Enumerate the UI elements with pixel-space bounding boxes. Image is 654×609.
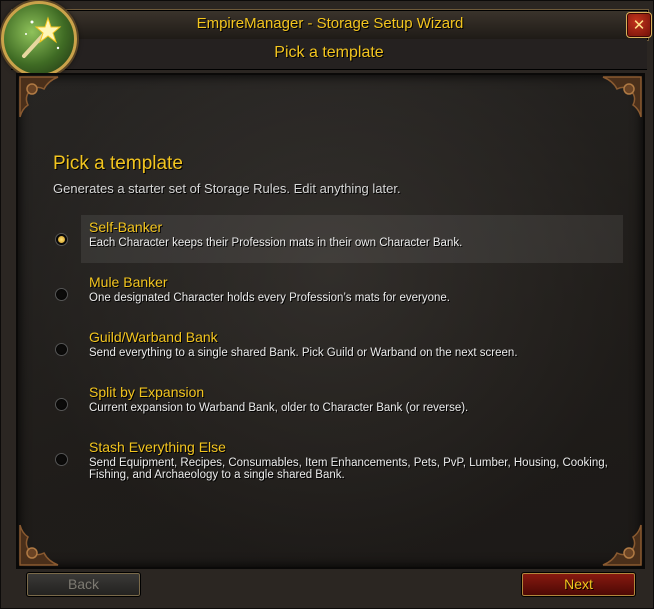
option-description: Send everything to a single shared Bank.… [89, 347, 518, 359]
radio-button[interactable] [55, 343, 68, 356]
radio-button[interactable] [55, 398, 68, 411]
subtitle-bar: Pick a template [11, 39, 647, 70]
option-split-by-expansion[interactable]: Split by Expansion Current expansion to … [55, 380, 623, 428]
option-stash-everything-else[interactable]: Stash Everything Else Send Equipment, Re… [55, 435, 623, 491]
option-title: Guild/Warband Bank [89, 329, 218, 345]
corner-ornament-icon [19, 76, 59, 118]
option-self-banker[interactable]: Self-Banker Each Character keeps their P… [55, 215, 623, 263]
option-title: Stash Everything Else [89, 439, 226, 455]
option-description: Each Character keeps their Profession ma… [89, 237, 463, 249]
radio-button[interactable] [55, 288, 68, 301]
next-button[interactable]: Next [521, 572, 636, 597]
window-title: EmpireManager - Storage Setup Wizard [196, 15, 464, 32]
option-mule-banker[interactable]: Mule Banker One designated Character hol… [55, 270, 623, 318]
corner-ornament-icon [602, 76, 642, 118]
page-heading: Pick a template [53, 153, 183, 174]
back-button[interactable]: Back [26, 572, 141, 597]
option-description: One designated Character holds every Pro… [89, 292, 450, 304]
content-panel: Pick a template Generates a starter set … [16, 73, 645, 569]
radio-button[interactable] [55, 453, 68, 466]
option-description: Current expansion to Warband Bank, older… [89, 402, 469, 414]
option-guild-warband-bank[interactable]: Guild/Warband Bank Send everything to a … [55, 325, 623, 373]
close-button[interactable]: ✕ [626, 12, 652, 38]
option-description: Send Equipment, Recipes, Consumables, It… [89, 457, 608, 481]
page-description: Generates a starter set of Storage Rules… [53, 181, 401, 196]
title-bar[interactable]: EmpireManager - Storage Setup Wizard [11, 9, 649, 41]
option-title: Self-Banker [89, 219, 163, 235]
addon-portrait-icon [1, 1, 77, 77]
close-icon: ✕ [632, 16, 646, 34]
step-title: Pick a template [274, 44, 384, 61]
option-title: Mule Banker [89, 274, 168, 290]
option-title: Split by Expansion [89, 384, 205, 400]
wizard-window: EmpireManager - Storage Setup Wizard ✕ P… [0, 0, 654, 609]
corner-ornament-icon [19, 524, 59, 566]
radio-button[interactable] [55, 233, 68, 246]
corner-ornament-icon [602, 524, 642, 566]
